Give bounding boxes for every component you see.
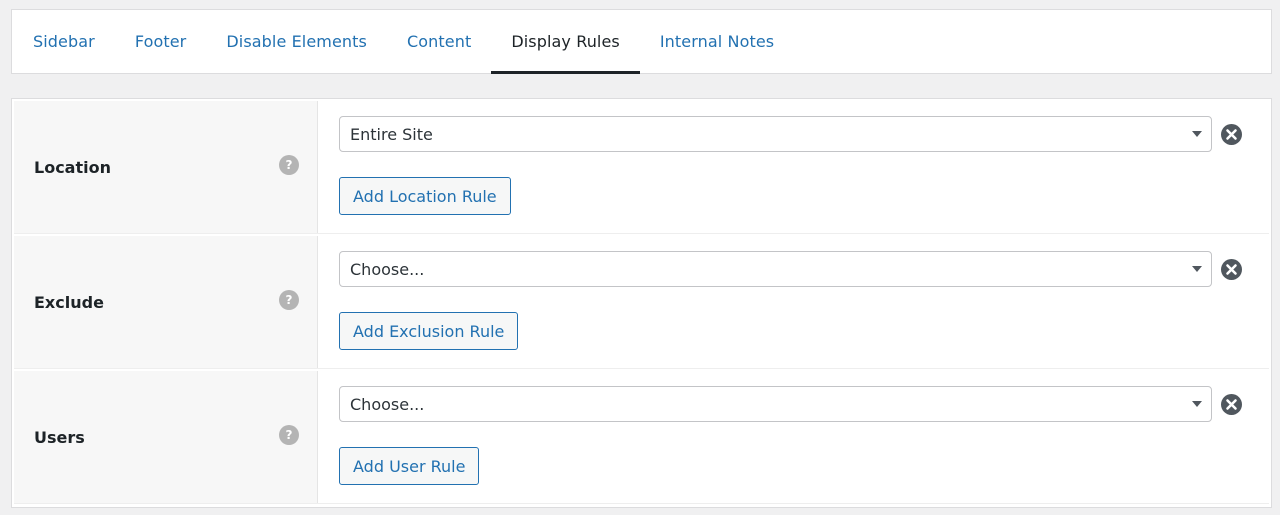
chevron-down-icon <box>1192 266 1202 272</box>
chevron-down-icon <box>1192 401 1202 407</box>
select-value: Entire Site <box>350 124 433 144</box>
tab-disable-elements[interactable]: Disable Elements <box>206 10 387 73</box>
users-select[interactable]: Choose... <box>339 386 1212 422</box>
rule-label: Exclude <box>34 292 104 312</box>
tab-internal-notes[interactable]: Internal Notes <box>640 10 794 73</box>
tab-display-rules[interactable]: Display Rules <box>491 10 640 74</box>
close-circle-icon[interactable] <box>1221 124 1242 145</box>
add-location-rule-button[interactable]: Add Location Rule <box>339 177 511 215</box>
rule-label-cell: Location ? <box>14 101 318 233</box>
select-value: Choose... <box>350 394 425 414</box>
close-circle-icon[interactable] <box>1221 259 1242 280</box>
rule-content: Choose... Add User Rule <box>318 371 1269 503</box>
tab-footer[interactable]: Footer <box>115 10 207 73</box>
tab-content[interactable]: Content <box>387 10 491 73</box>
rule-content: Choose... Add Exclusion Rule <box>318 236 1269 368</box>
chevron-down-icon <box>1192 131 1202 137</box>
rule-label: Location <box>34 157 111 177</box>
question-mark-icon[interactable]: ? <box>279 290 299 310</box>
rule-row-exclude: Exclude ? Choose... Add Exclusion Rule <box>14 236 1269 369</box>
tab-sidebar[interactable]: Sidebar <box>13 10 115 73</box>
rule-label: Users <box>34 427 85 447</box>
rule-label-cell: Users ? <box>14 371 318 503</box>
close-circle-icon[interactable] <box>1221 394 1242 415</box>
add-exclusion-rule-button[interactable]: Add Exclusion Rule <box>339 312 519 350</box>
add-user-rule-button[interactable]: Add User Rule <box>339 447 480 485</box>
tabs-card: Sidebar Footer Disable Elements Content … <box>11 9 1272 74</box>
location-select[interactable]: Entire Site <box>339 116 1212 152</box>
tab-bar: Sidebar Footer Disable Elements Content … <box>12 10 1271 74</box>
display-rules-panel: Location ? Entire Site Add Location Rule… <box>11 98 1272 508</box>
question-mark-icon[interactable]: ? <box>279 425 299 445</box>
exclude-select[interactable]: Choose... <box>339 251 1212 287</box>
rule-label-cell: Exclude ? <box>14 236 318 368</box>
rule-row-location: Location ? Entire Site Add Location Rule <box>14 101 1269 234</box>
rule-content: Entire Site Add Location Rule <box>318 101 1269 233</box>
rule-row-users: Users ? Choose... Add User Rule <box>14 371 1269 504</box>
question-mark-icon[interactable]: ? <box>279 155 299 175</box>
select-value: Choose... <box>350 259 425 279</box>
